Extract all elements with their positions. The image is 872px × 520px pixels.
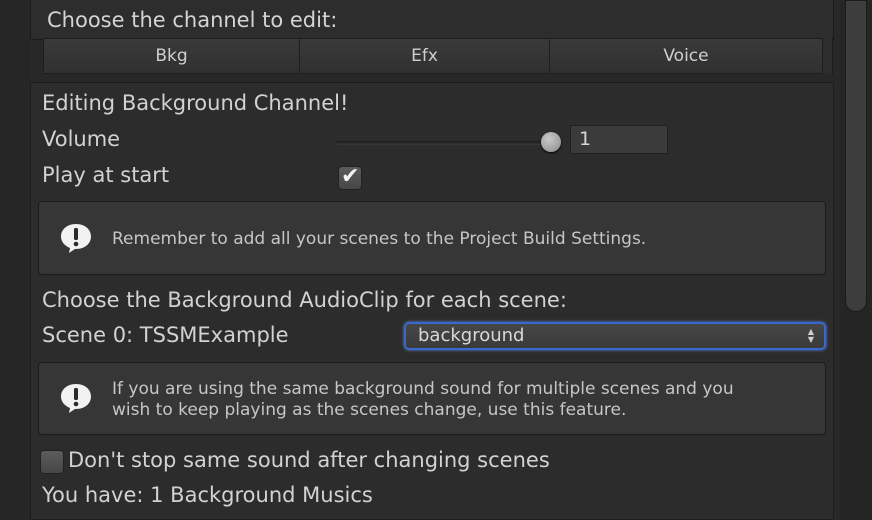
- editing-heading: Editing Background Channel!: [42, 91, 349, 115]
- vertical-scrollbar-thumb[interactable]: [845, 0, 867, 312]
- tab-bkg[interactable]: Bkg: [44, 39, 300, 73]
- channel-header: Choose the channel to edit:: [30, 0, 834, 40]
- scene-0-label: Scene 0: TSSMExample: [42, 323, 289, 347]
- play-at-start-label: Play at start: [42, 163, 170, 187]
- choose-clip-label: Choose the Background AudioClip for each…: [42, 288, 567, 312]
- dont-stop-checkbox[interactable]: [40, 450, 64, 474]
- volume-input[interactable]: 1: [570, 125, 668, 154]
- channel-toolbar: Bkg Efx Voice: [43, 38, 823, 74]
- tab-voice[interactable]: Voice: [550, 39, 822, 73]
- play-at-start-checkbox[interactable]: ✔: [338, 164, 362, 190]
- channel-header-title: Choose the channel to edit:: [47, 8, 338, 32]
- volume-slider-handle[interactable]: [541, 132, 561, 152]
- inspector-left-margin: [0, 0, 30, 520]
- info-speech-bubble-icon: [61, 384, 91, 413]
- volume-slider[interactable]: [336, 141, 554, 145]
- updown-arrows-icon: ▲ ▼: [807, 327, 814, 344]
- volume-label: Volume: [42, 127, 121, 151]
- help-box-same-sound: If you are using the same background sou…: [38, 362, 826, 435]
- help-text-build-settings: Remember to add all your scenes to the P…: [112, 229, 647, 249]
- toolbar-edge: [823, 38, 833, 74]
- help-text-same-sound-line2: wish to keep playing as the scenes chang…: [112, 400, 627, 420]
- help-box-build-settings: Remember to add all your scenes to the P…: [38, 201, 826, 275]
- scene-0-clip-dropdown[interactable]: background ▲ ▼: [404, 322, 826, 350]
- dont-stop-label: Don't stop same sound after changing sce…: [68, 448, 550, 472]
- help-text-same-sound-line1: If you are using the same background sou…: [112, 379, 734, 399]
- background-music-count: You have: 1 Background Musics: [42, 483, 373, 507]
- tab-efx[interactable]: Efx: [300, 39, 550, 73]
- info-speech-bubble-icon: [61, 224, 91, 253]
- scene-0-clip-value: background: [418, 325, 525, 346]
- checkmark-icon: ✔: [341, 164, 360, 189]
